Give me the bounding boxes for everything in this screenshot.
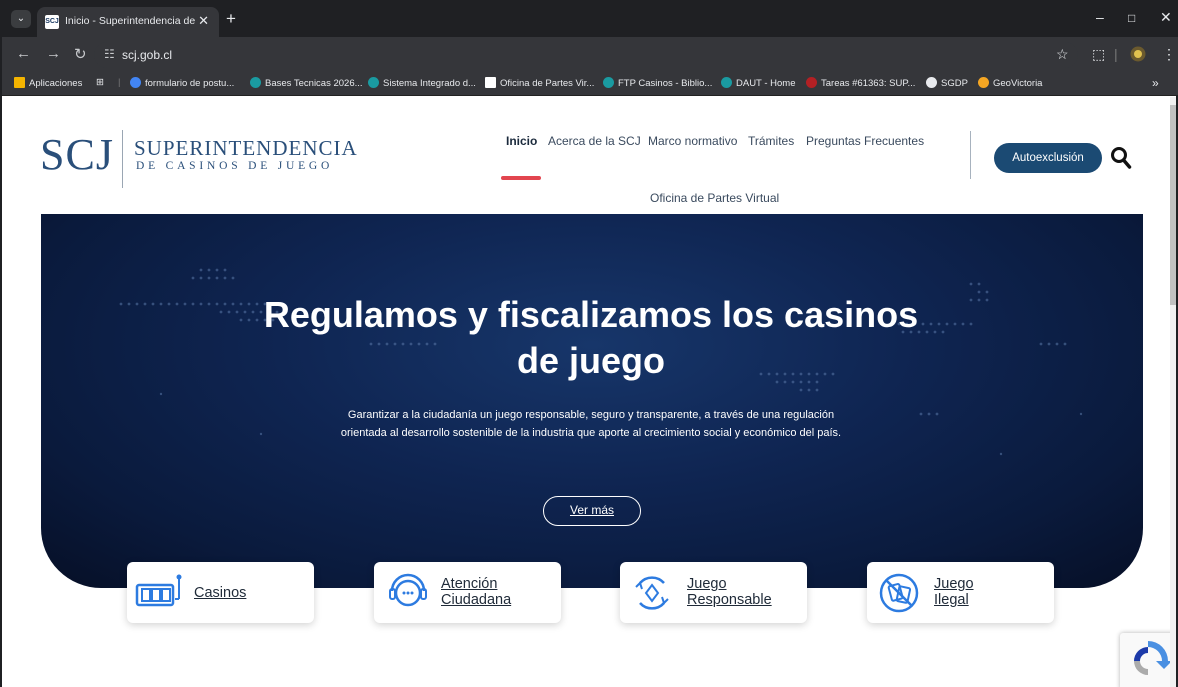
bookmark-grid-icon[interactable]: ⊞ <box>96 77 104 88</box>
site-info-icon[interactable]: ☷ <box>104 47 115 61</box>
logo-mark: SCJ <box>40 130 114 179</box>
nav-oficina-partes[interactable]: Oficina de Partes Virtual <box>650 191 779 205</box>
bookmark-tareas[interactable]: Tareas #61363: SUP... <box>806 77 915 89</box>
nav-marco-normativo[interactable]: Marco normativo <box>648 134 737 148</box>
maximize-icon[interactable]: □ <box>1128 11 1135 25</box>
responsible-gaming-icon <box>635 576 669 610</box>
card-atencion-ciudadana[interactable]: Atención Ciudadana <box>374 562 561 623</box>
nav-active-indicator <box>501 176 541 180</box>
sharepoint-icon <box>368 77 379 88</box>
card-atencion-line1[interactable]: Atención <box>441 576 497 592</box>
card-juego-ilegal-line1[interactable]: Juego <box>934 576 974 592</box>
card-atencion-line2[interactable]: Ciudadana <box>441 592 511 608</box>
tab-bar: ⌄ SCJ Inicio - Superintendencia de Ca ✕ … <box>2 0 1178 37</box>
nav-tramites[interactable]: Trámites <box>748 134 794 148</box>
bookmark-ftp-casinos[interactable]: FTP Casinos - Biblio... <box>603 77 712 89</box>
new-tab-icon[interactable]: + <box>226 9 236 29</box>
more-bookmarks-icon[interactable]: » <box>1152 76 1159 90</box>
card-juego-responsable[interactable]: Juego Responsable <box>620 562 807 623</box>
bookmark-formulario[interactable]: formulario de postu... <box>130 77 234 89</box>
reload-icon[interactable]: ↻ <box>74 45 87 63</box>
url-text[interactable]: scj.gob.cl <box>122 48 172 62</box>
scj-icon <box>485 77 496 88</box>
recaptcha-badge[interactable] <box>1120 633 1174 687</box>
browser-menu-icon[interactable]: ⋮ <box>1162 46 1176 63</box>
logo-title: SUPERINTENDENCIA <box>134 136 358 160</box>
redmine-icon <box>806 77 817 88</box>
page-scrollbar[interactable] <box>1170 97 1176 687</box>
extensions-icon[interactable]: ⬚ <box>1092 46 1105 63</box>
illegal-gaming-icon <box>879 573 919 613</box>
browser-tab[interactable]: SCJ Inicio - Superintendencia de Ca ✕ <box>37 7 219 37</box>
nav-inicio[interactable]: Inicio <box>506 134 537 148</box>
hero-banner: Regulamos y fiscalizamos los casinos de … <box>41 214 1143 588</box>
ver-mas-button[interactable]: Ver más <box>543 496 641 526</box>
bookmark-sistema-integrado[interactable]: Sistema Integrado d... <box>368 77 476 89</box>
bookmark-daut-home[interactable]: DAUT - Home <box>721 77 795 89</box>
slot-machine-icon <box>135 574 182 607</box>
bookmark-bases-tecnicas[interactable]: Bases Tecnicas 2026... <box>250 77 363 89</box>
browser-window: ⌄ SCJ Inicio - Superintendencia de Ca ✕ … <box>0 0 1178 687</box>
hero-title: Regulamos y fiscalizamos los casinos de … <box>263 294 919 381</box>
card-casinos[interactable]: Casinos <box>127 562 314 623</box>
bookmark-sgdp[interactable]: SGDP <box>926 77 968 89</box>
bookmark-oficina-partes[interactable]: Oficina de Partes Vir... <box>485 77 594 89</box>
world-map-dots <box>119 268 1083 456</box>
close-tab-icon[interactable]: ✕ <box>198 13 209 29</box>
profile-avatar[interactable] <box>1130 46 1146 65</box>
card-juego-resp-line1[interactable]: Juego <box>687 576 727 592</box>
bookmark-star-icon[interactable]: ☆ <box>1056 46 1069 63</box>
location-pin-icon <box>978 77 989 88</box>
forms-icon <box>130 77 141 88</box>
forward-arrow-icon[interactable]: → <box>46 45 61 62</box>
search-icon[interactable] <box>1110 146 1132 170</box>
nav-acerca[interactable]: Acerca de la SCJ <box>548 134 641 148</box>
address-bar[interactable] <box>94 42 1078 68</box>
sharepoint-icon <box>603 77 614 88</box>
tab-favicon: SCJ <box>45 15 59 29</box>
bookmarks-bar: Aplicaciones ⊞ | formulario de postu... … <box>2 73 1178 96</box>
browser-toolbar: ← → ↻ ☷ scj.gob.cl ☆ ⬚ | ⋮ <box>2 37 1178 73</box>
hero-subtitle: Garantizar a la ciudadanía un juego resp… <box>340 409 842 439</box>
back-arrow-icon[interactable]: ← <box>16 45 31 62</box>
bookmark-apps[interactable]: Aplicaciones <box>14 77 82 89</box>
card-juego-resp-line2[interactable]: Responsable <box>687 592 772 608</box>
autoexclusion-button[interactable]: Autoexclusión <box>994 143 1102 173</box>
sharepoint-icon <box>250 77 261 88</box>
web-page: SCJ SUPERINTENDENCIA DE CASINOS DE JUEGO… <box>4 97 1174 687</box>
sharepoint-icon <box>721 77 732 88</box>
card-casinos-label[interactable]: Casinos <box>194 585 246 601</box>
toolbar-divider: | <box>1114 46 1118 62</box>
bookmark-geovictoria[interactable]: GeoVictoria <box>978 77 1042 89</box>
close-window-icon[interactable]: ✕ <box>1160 9 1172 26</box>
tab-search-button[interactable]: ⌄ <box>11 10 31 28</box>
card-juego-ilegal-line2[interactable]: Ilegal <box>934 592 969 608</box>
bookmark-divider: | <box>118 77 121 88</box>
scrollbar-thumb[interactable] <box>1170 105 1176 305</box>
nav-preguntas-frecuentes[interactable]: Preguntas Frecuentes <box>806 134 924 148</box>
minimize-icon[interactable]: – <box>1096 9 1104 25</box>
nav-divider <box>970 131 971 179</box>
tab-title: Inicio - Superintendencia de Ca <box>65 15 195 27</box>
globe-icon <box>926 77 937 88</box>
recaptcha-icon <box>1134 641 1172 675</box>
logo-subtitle: DE CASINOS DE JUEGO <box>136 160 334 172</box>
card-juego-ilegal[interactable]: Juego Ilegal <box>867 562 1054 623</box>
logo-divider <box>122 130 123 188</box>
support-headset-icon <box>389 573 427 607</box>
apps-grid-icon <box>14 77 25 88</box>
